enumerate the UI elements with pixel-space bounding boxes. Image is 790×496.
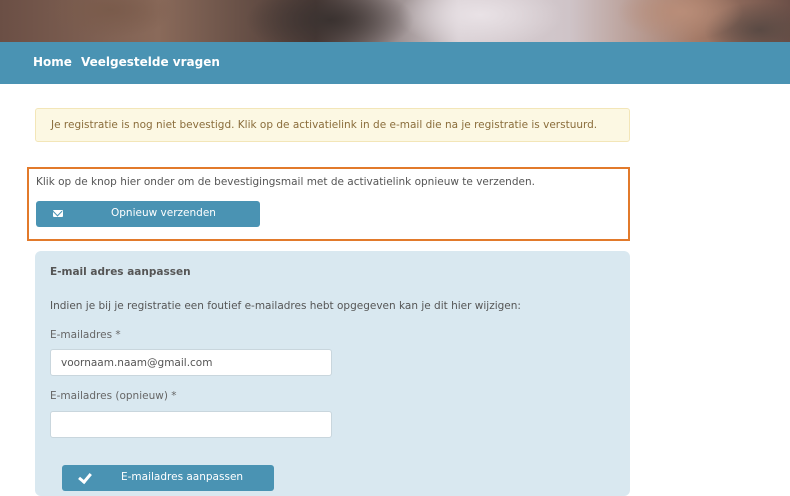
- check-icon: [78, 469, 92, 486]
- resend-section-highlight: Klik op de knop hier onder om de bevesti…: [27, 167, 630, 241]
- update-email-button[interactable]: E-mailadres aanpassen: [62, 465, 274, 491]
- update-email-button-label: E-mailadres aanpassen: [121, 471, 244, 483]
- email-repeat-field[interactable]: [50, 411, 332, 438]
- header-banner-image: [0, 0, 790, 42]
- registration-warning-alert: Je registratie is nog niet bevestigd. Kl…: [35, 108, 630, 142]
- main-navbar: Home Veelgestelde vragen: [0, 42, 790, 84]
- resend-instruction-text: Klik op de knop hier onder om de bevesti…: [36, 176, 535, 188]
- email-label: E-mailadres *: [50, 329, 121, 341]
- alert-text: Je registratie is nog niet bevestigd. Kl…: [51, 119, 598, 131]
- resend-button[interactable]: Opnieuw verzenden: [36, 201, 260, 227]
- panel-title: E-mail adres aanpassen: [50, 266, 191, 278]
- envelope-icon: [53, 208, 63, 220]
- resend-button-label: Opnieuw verzenden: [111, 207, 216, 219]
- email-repeat-label: E-mailadres (opnieuw) *: [50, 390, 177, 402]
- email-change-panel: E-mail adres aanpassen Indien je bij je …: [35, 251, 630, 496]
- email-field[interactable]: [50, 349, 332, 376]
- nav-home-link[interactable]: Home: [33, 55, 72, 69]
- nav-faq-link[interactable]: Veelgestelde vragen: [81, 55, 220, 69]
- panel-info-text: Indien je bij je registratie een foutief…: [50, 300, 521, 312]
